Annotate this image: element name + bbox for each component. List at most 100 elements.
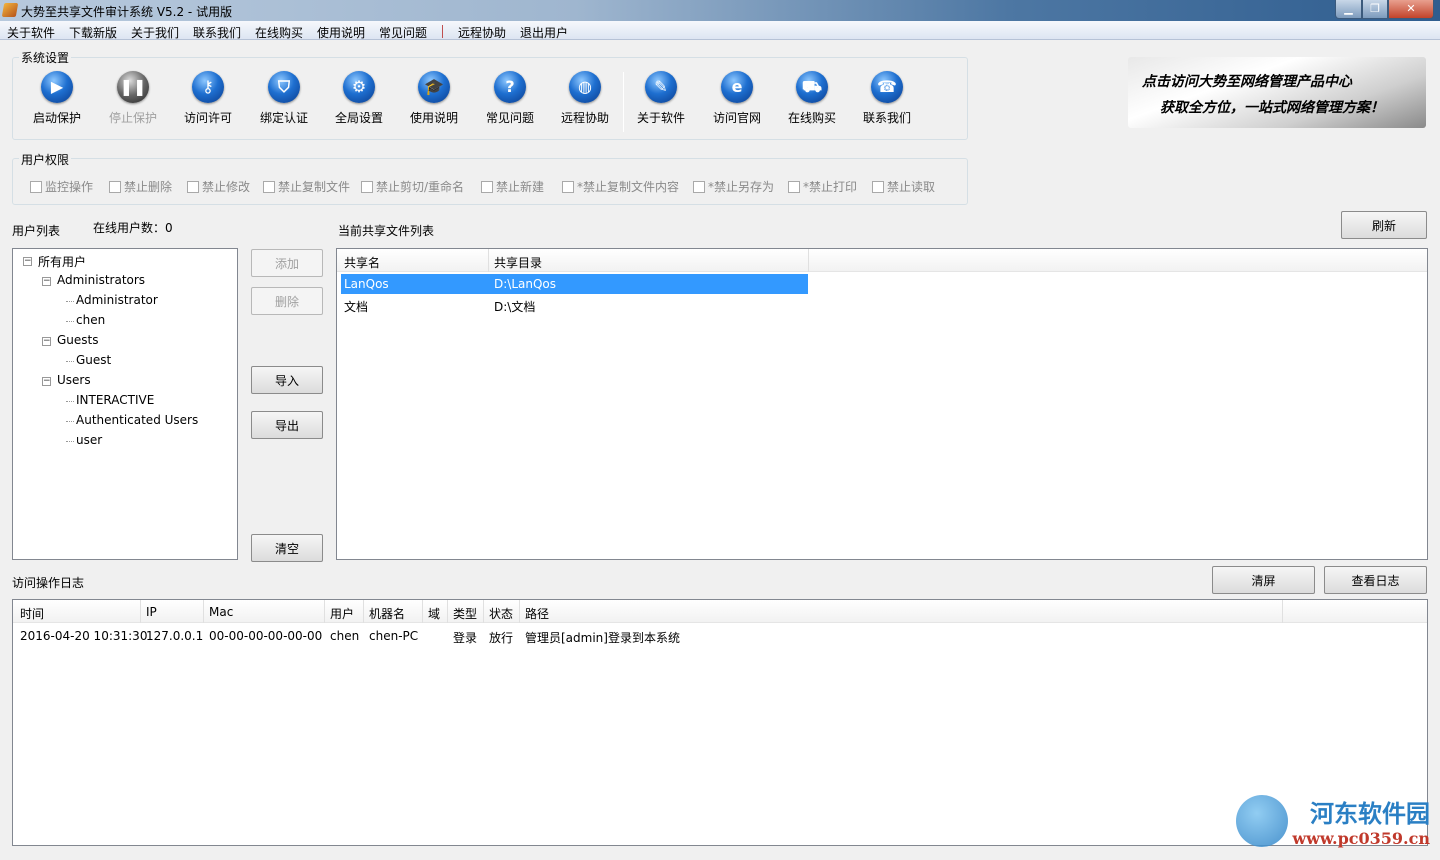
collapse-toggle-icon[interactable]: − xyxy=(42,337,51,346)
checkbox-box[interactable] xyxy=(187,180,199,193)
log-column-header[interactable]: 路径 xyxy=(525,605,549,622)
log-column-header[interactable]: IP xyxy=(146,605,157,619)
permission-checkbox[interactable]: *禁止复制文件内容 xyxy=(562,178,679,195)
tool-button-ie[interactable]: e 访问官网 xyxy=(702,71,772,126)
tree-item[interactable]: Authenticated Users xyxy=(76,413,198,427)
tree-item[interactable]: Administrators xyxy=(57,273,145,287)
user-tree[interactable]: − 所有用户 − Administrators Administrator chen − Gu… xyxy=(12,248,238,560)
tool-label: 绑定认证 xyxy=(259,111,308,125)
export-button[interactable]: 导出 xyxy=(251,411,323,439)
menu-item[interactable]: 下载新版 xyxy=(69,24,117,41)
permission-checkbox[interactable]: 禁止剪切/重命名 xyxy=(361,178,464,195)
log-column-header[interactable]: 时间 xyxy=(20,605,44,622)
share-path: D:\文档 xyxy=(494,300,536,314)
restore-button[interactable]: ❐ xyxy=(1362,0,1388,19)
view-log-button[interactable]: 查看日志 xyxy=(1324,566,1427,594)
checkbox-box[interactable] xyxy=(562,180,574,193)
checkbox-box[interactable] xyxy=(30,180,42,193)
menu-item[interactable]: 联系我们 xyxy=(193,24,241,41)
tool-button-phone[interactable]: ☎ 联系我们 xyxy=(852,71,922,126)
permission-checkbox[interactable]: 禁止新建 xyxy=(481,178,544,195)
tool-button-globe-hand[interactable]: ◍ 远程协助 xyxy=(550,71,620,126)
share-row[interactable]: 文档 D:\文档 xyxy=(341,295,808,315)
tree-connector xyxy=(66,321,74,322)
permission-checkbox[interactable]: 禁止读取 xyxy=(872,178,935,195)
checkbox-box[interactable] xyxy=(481,180,493,193)
log-column-header[interactable]: 类型 xyxy=(453,605,477,622)
log-column-header[interactable]: 用户 xyxy=(330,605,354,622)
ie-icon: e xyxy=(721,71,753,103)
banner-line-1: 点击访问大势至网络管理产品中心 xyxy=(1142,74,1352,90)
column-divider xyxy=(519,600,520,623)
import-button[interactable]: 导入 xyxy=(251,366,323,394)
refresh-button[interactable]: 刷新 xyxy=(1341,211,1427,239)
delete-button[interactable]: 删除 xyxy=(251,287,323,315)
tree-item[interactable]: user xyxy=(76,433,102,447)
promo-banner[interactable]: 点击访问大势至网络管理产品中心 获取全方位，一站式网络管理方案！ xyxy=(1128,57,1426,128)
checkbox-box[interactable] xyxy=(361,180,373,193)
checkbox-box[interactable] xyxy=(109,180,121,193)
log-cell: chen-PC xyxy=(369,629,419,643)
tool-button-pause[interactable]: ❚❚ 停止保护 xyxy=(98,71,168,126)
collapse-toggle-icon[interactable]: − xyxy=(42,277,51,286)
share-list[interactable]: 共享名 共享目录 LanQos D:\LanQos 文档 D:\文档 xyxy=(336,248,1428,560)
tree-item[interactable]: chen xyxy=(76,313,105,327)
tree-item[interactable]: INTERACTIVE xyxy=(76,393,154,407)
log-row[interactable]: 2016-04-20 10:31:30 127.0.0.1 00-00-00-00-… xyxy=(13,627,1427,647)
tool-button-question[interactable]: ? 常见问题 xyxy=(475,71,545,126)
menu-item[interactable]: 常见问题 xyxy=(379,24,427,41)
permission-checkbox[interactable]: *禁止另存为 xyxy=(693,178,774,195)
user-list-title: 用户列表 xyxy=(12,224,61,238)
menu-item[interactable]: 关于软件 xyxy=(7,24,55,41)
tool-button-play[interactable]: ▶ 启动保护 xyxy=(22,71,92,126)
tool-button-shield[interactable]: ⛉ 绑定认证 xyxy=(249,71,319,126)
log-table[interactable]: 时间 IP Mac 用户 机器名 域类型 状态 路径 2016-04-20 10:31:30 1… xyxy=(12,599,1428,846)
tool-button-key[interactable]: ⚷ 访问许可 xyxy=(173,71,243,126)
tree-item[interactable]: Users xyxy=(57,373,91,387)
checkbox-box[interactable] xyxy=(693,180,705,193)
checkbox-label: 禁止读取 xyxy=(887,180,936,194)
tool-button-gear[interactable]: ⚙ 全局设置 xyxy=(324,71,394,126)
log-cell: 2016-04-20 10:31:30 xyxy=(20,629,148,643)
column-share-path[interactable]: 共享目录 xyxy=(494,254,542,271)
collapse-toggle-icon[interactable]: − xyxy=(23,257,32,266)
collapse-toggle-icon[interactable]: − xyxy=(42,377,51,386)
checkbox-label: *禁止打印 xyxy=(803,180,858,194)
clear-button[interactable]: 清空 xyxy=(251,534,323,562)
menu-item[interactable]: 使用说明 xyxy=(317,24,365,41)
tool-button-document[interactable]: ✎ 关于软件 xyxy=(626,71,696,126)
permission-checkbox[interactable]: 禁止修改 xyxy=(187,178,250,195)
share-row[interactable]: LanQos D:\LanQos xyxy=(341,274,808,294)
column-share-name[interactable]: 共享名 xyxy=(344,254,380,271)
minimize-button[interactable]: ▁ xyxy=(1335,0,1362,19)
permission-checkbox[interactable]: 禁止删除 xyxy=(109,178,172,195)
checkbox-box[interactable] xyxy=(872,180,884,193)
tree-item[interactable]: Administrator xyxy=(76,293,158,307)
tree-item[interactable]: Guest xyxy=(76,353,111,367)
column-divider xyxy=(422,600,423,623)
permission-checkbox[interactable]: *禁止打印 xyxy=(788,178,857,195)
menu-item[interactable]: 关于我们 xyxy=(131,24,179,41)
log-column-header[interactable]: 域 xyxy=(428,605,440,622)
tree-item[interactable]: Guests xyxy=(57,333,99,347)
permission-checkbox[interactable]: 监控操作 xyxy=(30,178,93,195)
close-button[interactable]: ✕ xyxy=(1388,0,1434,19)
checkbox-box[interactable] xyxy=(263,180,275,193)
add-button[interactable]: 添加 xyxy=(251,249,323,277)
tool-label: 访问许可 xyxy=(183,111,232,125)
tree-item[interactable]: 所有用户 xyxy=(38,253,86,270)
menu-item[interactable]: 远程协助 xyxy=(458,24,506,41)
log-column-header[interactable]: 机器名 xyxy=(369,605,405,622)
tool-button-cart[interactable]: ⛟ 在线购买 xyxy=(777,71,847,126)
menu-item[interactable]: 在线购买 xyxy=(255,24,303,41)
checkbox-box[interactable] xyxy=(788,180,800,193)
log-header: 时间 IP Mac 用户 机器名 域类型 状态 路径 xyxy=(13,600,1427,623)
gear-icon: ⚙ xyxy=(343,71,375,103)
permission-checkbox[interactable]: 禁止复制文件 xyxy=(263,178,350,195)
tool-button-graduation-cap[interactable]: 🎓 使用说明 xyxy=(399,71,469,126)
menu-item[interactable]: 退出用户 xyxy=(520,24,568,41)
clear-screen-button[interactable]: 清屏 xyxy=(1212,566,1315,594)
log-column-header[interactable]: Mac xyxy=(209,605,233,619)
log-column-header[interactable]: 状态 xyxy=(489,605,513,622)
watermark-name: 河东软件园 xyxy=(1310,799,1430,828)
